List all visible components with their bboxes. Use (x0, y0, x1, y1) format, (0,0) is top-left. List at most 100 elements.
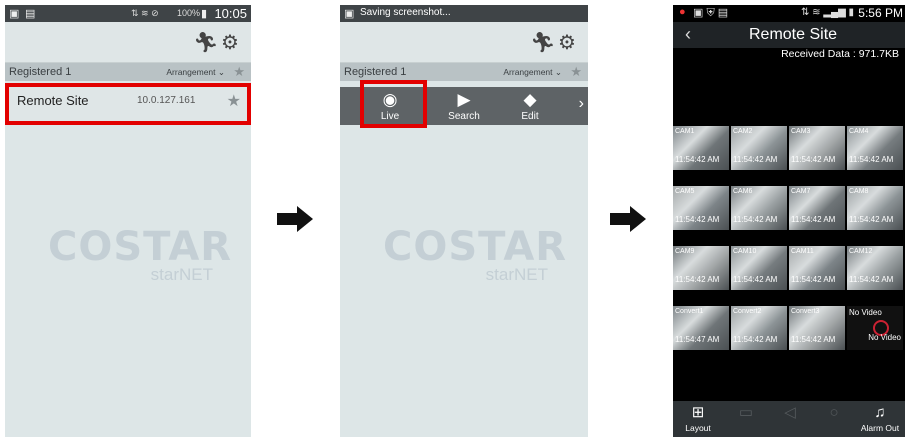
highlight-box (360, 80, 427, 128)
status-bar: ● ▣ ⛨ ▤ ⇅ ≋ ▂▄▆ ▮ 5:56 PM (673, 5, 905, 22)
arrangement-dropdown[interactable]: Arrangement ⌄ (166, 67, 225, 78)
gallery-icon: ▣ (9, 8, 20, 20)
status-bar: ▣ Saving screenshot... (340, 5, 588, 22)
phone-screen-live-view: ● ▣ ⛨ ▤ ⇅ ≋ ▂▄▆ ▮ 5:56 PM ‹ Remote Site … (673, 5, 905, 437)
phone-screen-site-actions: ▣ Saving screenshot... 🏃︎ ⚙ Registered 1… (340, 5, 588, 437)
star-icon[interactable]: ★ (233, 64, 245, 80)
arrow-right-icon (610, 206, 648, 232)
camera-tile[interactable]: Convert1 11:54:47 AM (673, 306, 729, 350)
bottom-toolbar: ⊞ Layout ▭ ◁ ○ ♫ Alarm Out (673, 401, 905, 437)
camera-name: CAM4 (849, 128, 869, 135)
bag-icon: ▤ (25, 8, 36, 20)
camera-name: CAM9 (675, 248, 695, 255)
camera-timestamp: 11:54:42 AM (791, 275, 836, 284)
camera-timestamp: 11:54:42 AM (733, 155, 778, 164)
page-title: Remote Site (749, 26, 838, 43)
camera-tile[interactable]: Convert3 11:54:42 AM (789, 306, 845, 350)
camera-timestamp: 11:54:47 AM (675, 335, 720, 344)
edit-button[interactable]: ◆ Edit (508, 89, 552, 122)
grid-icon: ⊞ (691, 404, 705, 421)
clock: 5:56 PM (858, 6, 903, 20)
arrow-right-icon (277, 206, 315, 232)
status-text: Saving screenshot... (360, 7, 451, 18)
camera-timestamp: 11:54:42 AM (791, 215, 836, 224)
battery-percent: 100% (177, 8, 201, 18)
camera-name: CAM8 (849, 188, 869, 195)
camera-name: CAM6 (733, 188, 753, 195)
camera-name: CAM5 (675, 188, 695, 195)
camera-name: CAM1 (675, 128, 695, 135)
signal-icons: ⇅ ≋ ⊘ (131, 8, 159, 18)
camera-name: Convert2 (733, 308, 762, 315)
camera-timestamp: 11:54:42 AM (733, 215, 778, 224)
camera-timestamp: 11:54:42 AM (675, 215, 720, 224)
chevron-right-icon[interactable]: › (579, 95, 584, 113)
eraser-icon: ◆ (523, 90, 537, 109)
camera-timestamp: 11:54:42 AM (849, 155, 894, 164)
camera-tile[interactable]: CAM2 11:54:42 AM (731, 126, 787, 170)
camera-name: CAM11 (791, 248, 814, 255)
gear-icon[interactable]: ⚙ (558, 30, 576, 55)
bell-icon: ♫ (874, 404, 886, 421)
camera-timestamp: 11:54:42 AM (733, 275, 778, 284)
camera-timestamp: 11:54:42 AM (849, 275, 894, 284)
received-data-label: Received Data : 971.7KB (781, 48, 899, 60)
camera-tile[interactable]: CAM12 11:54:42 AM (847, 246, 903, 290)
notification-icons: ▣ ⛨ ▤ (693, 7, 729, 19)
costar-logo: COSTAR starNET (48, 224, 233, 284)
camera-timestamp: 11:54:42 AM (733, 335, 778, 344)
app-icon: ● (679, 6, 686, 18)
camera-tile[interactable]: CAM6 11:54:42 AM (731, 186, 787, 230)
ptz-button[interactable]: ○ (811, 403, 857, 423)
back-icon[interactable]: ‹ (685, 24, 691, 45)
camera-tile[interactable]: CAM5 11:54:42 AM (673, 186, 729, 230)
registered-header: Registered 1 Arrangement ⌄ ★ (5, 63, 251, 81)
camera-name: CAM10 (733, 248, 757, 255)
camera-name: CAM7 (791, 188, 811, 195)
run-icon[interactable]: 🏃︎ (193, 30, 218, 55)
gear-icon[interactable]: ⚙ (221, 30, 239, 55)
camera-tile[interactable]: CAM4 11:54:42 AM (847, 126, 903, 170)
camera-timestamp: 11:54:42 AM (791, 155, 836, 164)
camera-timestamp: 11:54:42 AM (791, 335, 836, 344)
screenshot-icon: ▣ (344, 8, 355, 20)
camera-tile[interactable]: CAM7 11:54:42 AM (789, 186, 845, 230)
star-icon[interactable]: ★ (570, 64, 582, 80)
camera-name: Convert1 (675, 308, 704, 315)
registered-count-label: Registered 1 (9, 66, 72, 78)
arrangement-dropdown[interactable]: Arrangement ⌄ (503, 67, 562, 78)
search-button[interactable]: ▶ Search (442, 89, 486, 122)
signal-icons: ⇅ ≋ ▂▄▆ ▮ (801, 7, 855, 18)
camera-name: CAM2 (733, 128, 753, 135)
camera-timestamp: 11:54:42 AM (675, 155, 720, 164)
camera-tile[interactable]: Convert2 11:54:42 AM (731, 306, 787, 350)
play-circle-icon: ▶ (457, 90, 471, 109)
layout-button[interactable]: ⊞ Layout (675, 403, 721, 433)
audio-button[interactable]: ◁ (767, 403, 813, 423)
camera-name: Convert3 (791, 308, 820, 315)
camera-tile-no-video[interactable]: No Video No Video (847, 306, 903, 350)
camera-tile[interactable]: CAM11 11:54:42 AM (789, 246, 845, 290)
title-bar: ‹ Remote Site (673, 22, 905, 48)
camera-tile[interactable]: CAM3 11:54:42 AM (789, 126, 845, 170)
run-icon[interactable]: 🏃︎ (530, 30, 555, 55)
camera-name: CAM12 (849, 248, 873, 255)
battery-icon: ▮ (201, 8, 208, 20)
camera-icon: ▭ (738, 404, 754, 421)
alarm-out-button[interactable]: ♫ Alarm Out (857, 403, 903, 433)
app-toolbar: 🏃︎ ⚙ (340, 22, 588, 63)
clock: 10:05 (214, 6, 247, 21)
camera-tile[interactable]: CAM9 11:54:42 AM (673, 246, 729, 290)
camera-tile[interactable]: CAM8 11:54:42 AM (847, 186, 903, 230)
record-button[interactable]: ▭ (723, 403, 769, 423)
speaker-icon: ◁ (784, 404, 796, 421)
phone-screen-site-list: ▣ ▤ ⇅ ≋ ⊘ 100% ▮ 10:05 🏃︎ ⚙ Registered 1… (5, 5, 251, 437)
app-toolbar: 🏃︎ ⚙ (5, 22, 251, 63)
registered-count-label: Registered 1 (344, 66, 407, 78)
camera-timestamp: 11:54:42 AM (849, 215, 894, 224)
camera-name: CAM3 (791, 128, 811, 135)
camera-tile[interactable]: CAM1 11:54:42 AM (673, 126, 729, 170)
registered-header: Registered 1 Arrangement ⌄ ★ (340, 63, 588, 81)
camera-tile[interactable]: CAM10 11:54:42 AM (731, 246, 787, 290)
status-bar: ▣ ▤ ⇅ ≋ ⊘ 100% ▮ 10:05 (5, 5, 251, 22)
